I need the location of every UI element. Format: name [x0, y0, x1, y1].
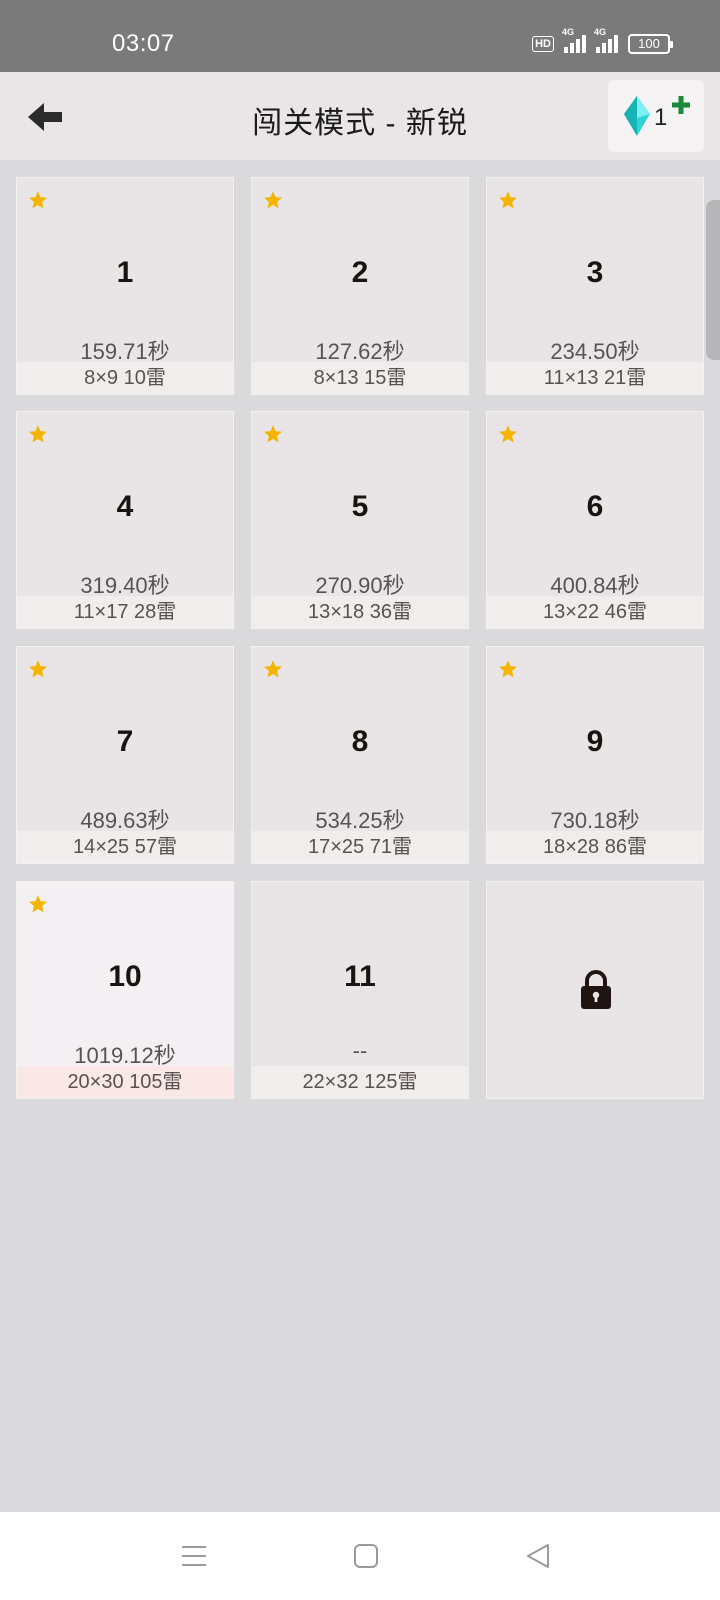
- star-icon: [29, 425, 47, 443]
- star-icon: [29, 895, 47, 913]
- level-number: 9: [586, 725, 604, 758]
- app-header: 闯关模式 - 新锐 1: [0, 72, 720, 160]
- level-card-11[interactable]: 11 -- 22×32 125雷: [251, 881, 469, 1099]
- status-bar: 03:07 HD 4G 4G 100: [0, 0, 720, 72]
- gem-balance-button[interactable]: 1: [608, 80, 704, 152]
- level-board-info: 8×9 10雷: [17, 362, 233, 394]
- gem-count: 1: [654, 104, 668, 131]
- level-number: 4: [116, 490, 134, 523]
- back-triangle-icon[interactable]: [524, 1542, 552, 1570]
- level-card-5[interactable]: 5 270.90秒 13×18 36雷: [251, 411, 469, 629]
- level-board-info: 17×25 71雷: [252, 831, 468, 863]
- star-icon: [499, 425, 517, 443]
- lock-icon: [581, 970, 611, 1009]
- level-board-info: 22×32 125雷: [252, 1066, 468, 1098]
- status-time: 03:07: [112, 30, 175, 57]
- plus-icon: [672, 96, 690, 114]
- level-card-4[interactable]: 4 319.40秒 11×17 28雷: [16, 411, 234, 629]
- level-number: 11: [344, 960, 376, 993]
- star-icon: [264, 660, 282, 678]
- level-board-info: 14×25 57雷: [17, 831, 233, 863]
- battery-icon: 100: [628, 34, 673, 54]
- level-number: 7: [116, 725, 134, 758]
- star-icon: [29, 660, 47, 678]
- level-card-9[interactable]: 9 730.18秒 18×28 86雷: [486, 646, 704, 864]
- level-board-info: 13×22 46雷: [487, 596, 703, 628]
- level-card-1[interactable]: 1 159.71秒 8×9 10雷: [16, 177, 234, 395]
- diamond-icon: [624, 96, 650, 136]
- level-number: 6: [586, 490, 604, 523]
- star-icon: [499, 191, 517, 209]
- level-number: 1: [116, 256, 134, 289]
- level-best-time: --: [352, 1038, 368, 1063]
- level-number: 5: [351, 490, 369, 523]
- star-icon: [499, 660, 517, 678]
- level-card-10[interactable]: 10 1019.12秒 20×30 105雷: [16, 881, 234, 1099]
- level-board-info: 20×30 105雷: [17, 1066, 233, 1098]
- system-nav-bar: [0, 1512, 720, 1600]
- star-icon: [29, 191, 47, 209]
- home-square-icon[interactable]: [352, 1542, 380, 1570]
- level-card-locked[interactable]: [486, 881, 704, 1099]
- star-icon: [264, 191, 282, 209]
- level-card-6[interactable]: 6 400.84秒 13×22 46雷: [486, 411, 704, 629]
- level-number: 10: [108, 960, 142, 993]
- level-card-8[interactable]: 8 534.25秒 17×25 71雷: [251, 646, 469, 864]
- level-card-2[interactable]: 2 127.62秒 8×13 15雷: [251, 177, 469, 395]
- level-card-3[interactable]: 3 234.50秒 11×13 21雷: [486, 177, 704, 395]
- level-board-info: 8×13 15雷: [252, 362, 468, 394]
- level-board-info: 18×28 86雷: [487, 831, 703, 863]
- status-icons: HD 4G 4G 100: [532, 27, 673, 54]
- hd-icon: HD: [532, 36, 554, 52]
- level-board-info: 11×17 28雷: [17, 596, 233, 628]
- menu-icon[interactable]: [180, 1542, 208, 1570]
- star-icon: [264, 425, 282, 443]
- level-board-info: 13×18 36雷: [252, 596, 468, 628]
- level-number: 8: [351, 725, 369, 758]
- level-number: 3: [586, 256, 604, 289]
- signal-icon: 4G: [594, 27, 618, 53]
- level-card-7[interactable]: 7 489.63秒 14×25 57雷: [16, 646, 234, 864]
- level-board-info: 11×13 21雷: [487, 362, 703, 394]
- network-type-label: 4G: [594, 27, 607, 37]
- signal-icon: 4G: [562, 27, 586, 53]
- level-number: 2: [351, 256, 369, 289]
- network-type-label: 4G: [562, 27, 575, 37]
- scrollbar[interactable]: [706, 200, 720, 360]
